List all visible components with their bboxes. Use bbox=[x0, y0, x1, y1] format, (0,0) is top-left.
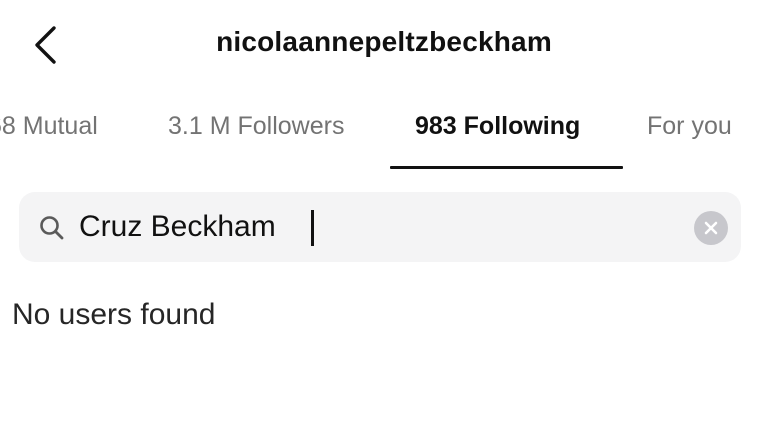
search-icon bbox=[40, 216, 64, 240]
tab-mutual[interactable]: 68 Mutual bbox=[0, 112, 98, 141]
page-title: nicolaannepeltzbeckham bbox=[216, 26, 552, 57]
tab-followers[interactable]: 3.1 M Followers bbox=[168, 112, 344, 141]
tab-following[interactable]: 983 Following bbox=[415, 112, 580, 141]
following-screen: nicolaannepeltzbeckham 68 Mutual 3.1 M F… bbox=[0, 0, 768, 439]
header: nicolaannepeltzbeckham bbox=[0, 0, 768, 90]
tab-bar: 68 Mutual 3.1 M Followers 983 Following … bbox=[0, 100, 768, 172]
empty-results-message: No users found bbox=[12, 298, 216, 331]
clear-search-button[interactable] bbox=[694, 211, 728, 245]
tab-for-you[interactable]: For you bbox=[647, 112, 732, 141]
active-tab-indicator bbox=[390, 166, 623, 169]
clear-circle-icon bbox=[704, 221, 718, 235]
search-bar[interactable] bbox=[19, 192, 741, 262]
search-input[interactable] bbox=[79, 202, 679, 252]
text-caret bbox=[311, 210, 314, 246]
